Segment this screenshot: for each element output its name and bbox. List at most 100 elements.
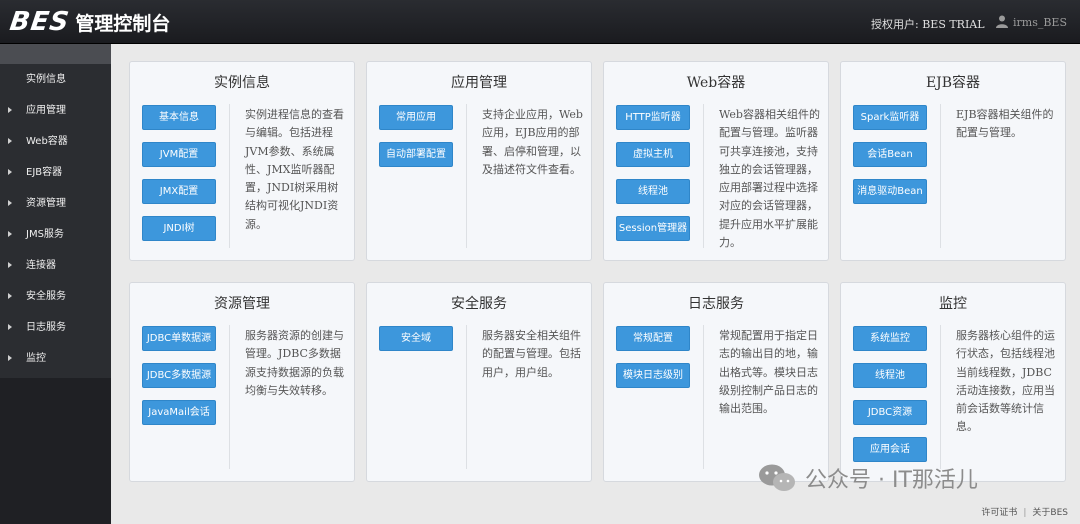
card-button[interactable]: 虚拟主机 (616, 142, 690, 167)
card-description: 服务器资源的创建与管理。JDBC多数据源支持数据源的负载均衡与失效转移。 (245, 329, 344, 397)
sidebar-item-label: 日志服务 (26, 322, 66, 333)
card-description: 常规配置用于指定日志的输出目的地，输出格式等。模块日志级别控制产品日志的输出范围… (719, 329, 818, 416)
watermark: 公众号 · IT那活儿 (757, 462, 978, 494)
card-divider (229, 325, 230, 469)
sidebar-menu: 实例信息应用管理 Web容器 EJB容器资源管理 JMS服务连接器安全服务日志服务监控 (0, 64, 111, 374)
licensed-user-label: 授权用户: BES TRIAL (871, 18, 985, 31)
chevron-right-icon (8, 262, 12, 268)
sidebar-item-label: 应用管理 (26, 105, 66, 116)
card-description: 实例进程信息的查看与编辑。包括进程JVM参数、系统属性、JMX监听器配置，JND… (245, 108, 344, 231)
card-title: 日志服务 (688, 296, 744, 312)
card-button[interactable]: Session管理器 (616, 216, 690, 241)
card-button[interactable]: 线程池 (853, 363, 927, 388)
card-button[interactable]: Spark监听器 (853, 105, 927, 130)
sidebar-toggle-bar[interactable] (0, 44, 111, 64)
sidebar: 实例信息应用管理 Web容器 EJB容器资源管理 JMS服务连接器安全服务日志服务监控 (0, 44, 111, 524)
card-button[interactable]: 系统监控 (853, 326, 927, 351)
card-resource-management: 资源管理 JDBC单数据源 JDBC多数据源 JavaMail会话 服务器资源的创建与管… (129, 282, 355, 482)
card-button[interactable]: 基本信息 (142, 105, 216, 130)
card-button[interactable]: 常用应用 (379, 105, 453, 130)
sidebar-item-jms[interactable]: JMS服务 (0, 219, 111, 250)
user-icon (996, 15, 1008, 28)
sidebar-item-label: 监控 (26, 353, 46, 364)
card-divider (940, 104, 941, 248)
card-divider (229, 104, 230, 248)
chevron-right-icon (8, 231, 12, 237)
card-description: 支持企业应用，Web应用，EJB应用的部署、启停和管理，以及描述符文件查看。 (482, 108, 583, 176)
card-security-service: 安全服务安全域 服务器安全相关组件的配置与管理。包括用户，用户组。 (366, 282, 592, 482)
card-button[interactable]: 消息驱动Bean (853, 179, 927, 204)
card-button[interactable]: 会话Bean (853, 142, 927, 167)
card-title: Web容器 (686, 75, 746, 91)
sidebar-item-security[interactable]: 安全服务 (0, 281, 111, 312)
card-description: EJB容器相关组件的配置与管理。 (956, 108, 1054, 140)
top-header: BES 管理控制台 授权用户: BES TRIAL irms_BES (0, 0, 1080, 44)
sidebar-item-label: JMS服务 (26, 229, 64, 240)
card-button[interactable]: JMX配置 (142, 179, 216, 204)
sidebar-item-web[interactable]: Web容器 (0, 126, 111, 157)
card-divider (940, 325, 941, 469)
card-button[interactable]: 线程池 (616, 179, 690, 204)
card-button[interactable]: 常规配置 (616, 326, 690, 351)
card-monitoring: 监控 系统监控线程池 JDBC资源 应用会话 服务器核心组件的运行状态，包括线程池当前线… (840, 282, 1066, 482)
chevron-right-icon (8, 169, 12, 175)
card-button[interactable]: 安全域 (379, 326, 453, 351)
card-button[interactable]: JDBC资源 (853, 400, 927, 425)
card-divider (466, 325, 467, 469)
sidebar-empty-area (0, 378, 111, 524)
sidebar-item-label: 实例信息 (26, 74, 66, 85)
card-button[interactable]: JDBC单数据源 (142, 326, 216, 351)
wechat-icon (759, 464, 795, 491)
card-button[interactable]: 自动部署配置 (379, 142, 453, 167)
main-content: 实例信息 基本信息 JVM配置 JMX配置 JNDI树 实例进程信息的查看与编辑。包括进程… (111, 44, 1080, 524)
footer-separator: | (1023, 508, 1027, 518)
sidebar-item-label: 安全服务 (26, 291, 66, 302)
card-log-service: 日志服务常规配置模块日志级别 常规配置用于指定日志的输出目的地，输出格式等。模块日… (603, 282, 829, 482)
card-title: EJB容器 (925, 75, 981, 91)
sidebar-item-instance[interactable]: 实例信息 (0, 64, 111, 95)
chevron-right-icon (8, 138, 12, 144)
console-title: 管理控制台 (75, 12, 171, 35)
license-link[interactable]: 许可证书 (981, 508, 1017, 518)
card-description: 服务器核心组件的运行状态，包括线程池当前线程数，JDBC活动连接数，应用当前会话… (956, 329, 1055, 434)
card-button[interactable]: JVM配置 (142, 142, 216, 167)
card-button[interactable]: 模块日志级别 (616, 363, 690, 388)
card-button[interactable]: 应用会话 (853, 437, 927, 462)
card-app-management: 应用管理常用应用自动部署配置 支持企业应用，Web应用，EJB应用的部署、启停和管… (366, 61, 592, 261)
sidebar-item-monitor[interactable]: 监控 (0, 343, 111, 374)
card-title: 应用管理 (451, 75, 507, 91)
user-menu[interactable]: irms_BES (1013, 16, 1067, 29)
sidebar-item-logging[interactable]: 日志服务 (0, 312, 111, 343)
card-description: 服务器安全相关组件的配置与管理。包括用户，用户组。 (482, 329, 581, 379)
card-title: 资源管理 (214, 296, 270, 312)
card-divider (703, 104, 704, 248)
card-divider (466, 104, 467, 248)
footer: 许可证书 | 关于BES (981, 505, 1068, 518)
card-description: Web容器相关组件的配置与管理。监听器可共享连接池，支持独立的会话管理器，应用部… (719, 108, 820, 250)
card-title: 监控 (939, 296, 967, 312)
watermark-text: 公众号 · IT那活儿 (805, 468, 978, 493)
bes-logo[interactable]: BES 管理控制台 (7, 7, 171, 37)
sidebar-item-ejb[interactable]: EJB容器 (0, 157, 111, 188)
card-instance-info: 实例信息 基本信息 JVM配置 JMX配置 JNDI树 实例进程信息的查看与编辑。包括进程… (129, 61, 355, 261)
logo-mark: BES (7, 7, 72, 37)
sidebar-item-connector[interactable]: 连接器 (0, 250, 111, 281)
chevron-right-icon (8, 293, 12, 299)
chevron-right-icon (8, 200, 12, 206)
card-button[interactable]: HTTP监听器 (616, 105, 690, 130)
card-ejb-container: EJB容器 Spark监听器 会话Bean 消息驱动Bean EJB容器相关组件的配置与… (840, 61, 1066, 261)
sidebar-item-apps[interactable]: 应用管理 (0, 95, 111, 126)
sidebar-item-label: Web容器 (26, 136, 68, 147)
sidebar-item-label: 连接器 (26, 260, 56, 271)
about-link[interactable]: 关于BES (1032, 508, 1068, 518)
chevron-right-icon (8, 355, 12, 361)
card-button[interactable]: JavaMail会话 (142, 400, 216, 425)
sidebar-item-label: EJB容器 (26, 167, 63, 178)
card-button[interactable]: JDBC多数据源 (142, 363, 216, 388)
chevron-right-icon (8, 324, 12, 330)
card-web-container: Web容器 HTTP监听器 虚拟主机线程池 Session管理器 Web容器相关组件的配… (603, 61, 829, 261)
card-button[interactable]: JNDI树 (142, 216, 216, 241)
card-title: 安全服务 (451, 296, 507, 312)
sidebar-item-label: 资源管理 (26, 198, 66, 209)
sidebar-item-resources[interactable]: 资源管理 (0, 188, 111, 219)
